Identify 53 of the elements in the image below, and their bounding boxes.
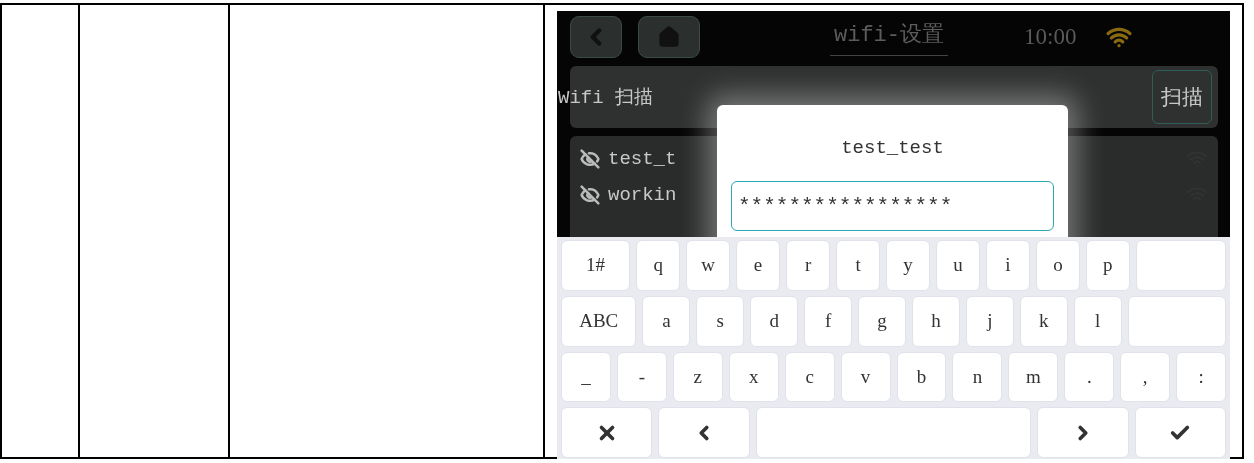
back-button[interactable] — [570, 16, 622, 58]
keyboard-key[interactable]: y — [886, 240, 930, 291]
scan-label: Wifi 扫描 — [558, 86, 653, 110]
keyboard-key[interactable]: q — [636, 240, 681, 291]
keyboard-key[interactable]: r — [786, 240, 831, 291]
eye-off-icon — [580, 149, 600, 169]
space-key[interactable] — [755, 407, 1032, 458]
ok-key[interactable] — [1134, 407, 1226, 458]
left-key[interactable] — [658, 407, 750, 458]
home-button[interactable] — [638, 16, 700, 58]
keyboard-key[interactable]: n — [952, 351, 1003, 403]
right-key[interactable] — [1037, 407, 1129, 458]
keyboard-key[interactable]: k — [1019, 295, 1068, 347]
keyboard-key[interactable]: z — [672, 351, 723, 403]
password-field[interactable]: ***************** — [731, 181, 1054, 231]
keyboard-key[interactable]: : — [1176, 351, 1227, 403]
scan-button[interactable]: 扫描 — [1152, 70, 1212, 124]
blank-key[interactable] — [1127, 295, 1226, 347]
keyboard-key[interactable]: c — [784, 351, 835, 403]
keyboard-key[interactable]: u — [935, 240, 980, 291]
keyboard-key[interactable]: p — [1085, 240, 1130, 291]
keyboard-key[interactable]: _ — [561, 351, 611, 403]
keyboard-key[interactable]: o — [1035, 240, 1080, 291]
keyboard-key[interactable]: d — [750, 295, 799, 347]
home-icon — [658, 26, 680, 48]
keyboard-key[interactable]: f — [804, 295, 853, 347]
keyboard-key[interactable]: v — [840, 351, 891, 403]
clock-time: 10:00 — [1024, 24, 1077, 50]
blank-key[interactable] — [1135, 240, 1226, 291]
keyboard-key[interactable]: . — [1064, 351, 1115, 403]
keyboard-key[interactable]: ABC — [561, 295, 637, 347]
keyboard-key[interactable]: b — [896, 351, 947, 403]
keyboard-key[interactable]: m — [1008, 351, 1059, 403]
keyboard-key[interactable]: s — [696, 295, 745, 347]
network-name[interactable]: workin — [608, 184, 677, 206]
keyboard-key[interactable]: x — [728, 351, 779, 403]
keyboard-key[interactable]: l — [1073, 295, 1122, 347]
screen-title: wifi-设置 — [830, 18, 948, 56]
keyboard-key[interactable]: a — [642, 295, 691, 347]
keyboard-key[interactable]: - — [616, 351, 667, 403]
keyboard-key[interactable]: 1# — [561, 240, 631, 291]
keyboard-key[interactable]: h — [912, 295, 960, 347]
eye-off-icon — [580, 185, 600, 205]
keyboard-key[interactable]: w — [686, 240, 731, 291]
keyboard-key[interactable]: g — [858, 295, 906, 347]
keyboard-key[interactable]: i — [985, 240, 1030, 291]
dialog-title: test_test — [841, 137, 944, 159]
keyboard-key[interactable]: , — [1120, 351, 1171, 403]
keyboard-key[interactable]: j — [965, 295, 1014, 347]
network-name[interactable]: test_t — [608, 148, 677, 170]
close-key[interactable] — [561, 407, 653, 458]
keyboard-key[interactable]: t — [836, 240, 880, 291]
keyboard-key[interactable]: e — [736, 240, 781, 291]
